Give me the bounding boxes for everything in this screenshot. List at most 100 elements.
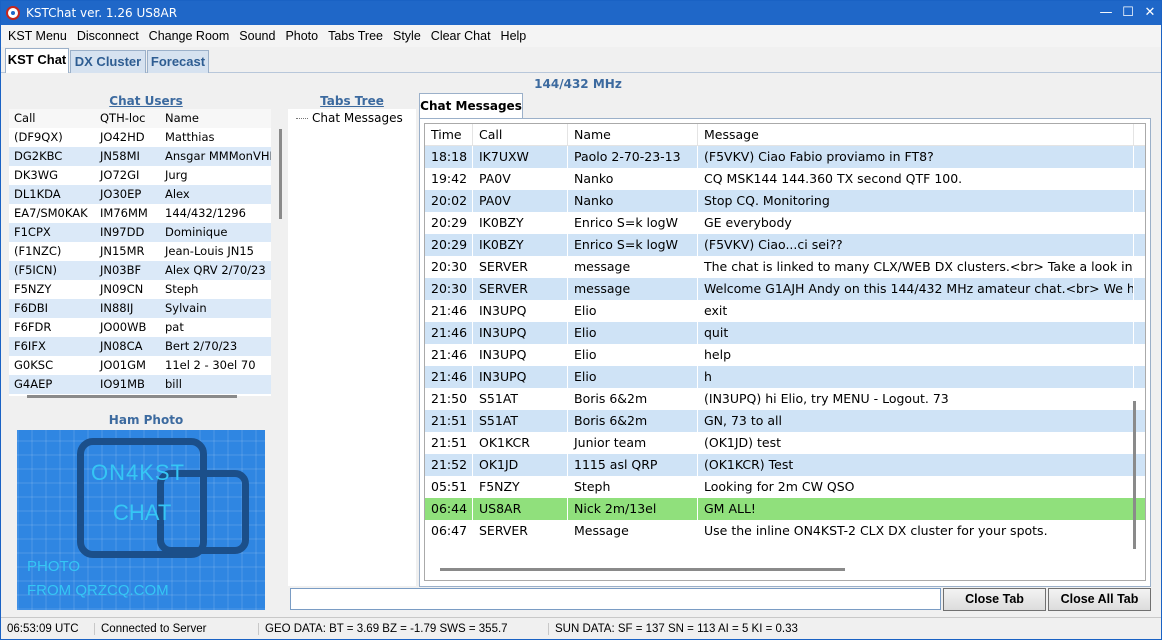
col-message-header[interactable]: Message — [698, 124, 1134, 145]
user-row[interactable]: (F5ICN) JN03BF Alex QRV 2/70/23 — [9, 261, 271, 280]
menu-sound[interactable]: Sound — [234, 29, 280, 43]
user-row[interactable]: DL1KDA JO30EP Alex — [9, 185, 271, 204]
menu-clear-chat[interactable]: Clear Chat — [426, 29, 496, 43]
chat-message-row[interactable]: 06:44 US8AR Nick 2m/13el GM ALL! — [425, 498, 1145, 520]
msg-text: quit — [698, 322, 1134, 344]
user-row[interactable]: G4AEP IO91MB bill — [9, 375, 271, 394]
msg-name: Elio — [568, 300, 698, 322]
msg-text: Welcome G1AJH Andy on this 144/432 MHz a… — [698, 278, 1134, 300]
col-call-header[interactable]: Call — [9, 109, 95, 128]
chat-message-row[interactable]: 21:51 S51AT Boris 6&2m GN, 73 to all — [425, 410, 1145, 432]
chat-message-row[interactable]: 20:30 SERVER message Welcome G1AJH Andy on … — [425, 278, 1145, 300]
close-all-tab-button[interactable]: Close All Tab — [1048, 588, 1151, 611]
user-name: pat — [165, 320, 184, 334]
msg-time: 21:50 — [425, 388, 473, 410]
menu-photo[interactable]: Photo — [280, 29, 323, 43]
user-name: Alex — [165, 187, 190, 201]
photo-text-2: CHAT — [113, 500, 172, 525]
chat-message-row[interactable]: 21:46 IN3UPQ Elio help — [425, 344, 1145, 366]
user-row[interactable]: F6FDR JO00WB pat — [9, 318, 271, 337]
msg-text: Looking for 2m CW QSO — [698, 476, 1134, 498]
tree-item-chat-messages[interactable]: Chat Messages — [296, 111, 403, 125]
user-qth: JO00WB — [100, 320, 147, 334]
msg-name: Boris 6&2m — [568, 388, 698, 410]
msg-call: IN3UPQ — [473, 322, 568, 344]
user-row[interactable]: DG2KBC JN58MI Ansgar MMMonVHF — [9, 147, 271, 166]
chat-message-row[interactable]: 21:46 IN3UPQ Elio exit — [425, 300, 1145, 322]
chat-message-row[interactable]: 20:30 SERVER message The chat is linked to … — [425, 256, 1145, 278]
chat-vertical-scrollbar[interactable] — [1133, 401, 1136, 549]
msg-name: Paolo 2-70-23-13 — [568, 146, 698, 168]
chat-horizontal-scrollbar[interactable] — [440, 568, 845, 571]
msg-name: message — [568, 256, 698, 278]
user-row[interactable]: F6IFX JN08CA Bert 2/70/23 — [9, 337, 271, 356]
msg-name: Nick 2m/13el — [568, 498, 698, 520]
user-call: (DF9QX) — [14, 130, 63, 144]
user-call: F5NZY — [14, 282, 52, 296]
user-qth: JN15MR — [100, 244, 145, 258]
col-time-header[interactable]: Time — [425, 124, 473, 145]
maximize-button[interactable]: ☐ — [1117, 3, 1139, 23]
chat-message-row[interactable]: 06:47 SERVER Message Use the inline ON4KST-… — [425, 520, 1145, 542]
tab-kst-chat[interactable]: KST Chat — [5, 48, 69, 74]
chat-input[interactable] — [290, 588, 941, 610]
band-label: 144/432 MHz — [534, 77, 622, 91]
ham-photo-image[interactable]: ON4KST CHAT PHOTO FROM QRZCQ.COM — [17, 430, 265, 610]
col-call-header[interactable]: Call — [473, 124, 568, 145]
msg-call: SERVER — [473, 520, 568, 542]
col-qth-header[interactable]: QTH-loc — [95, 109, 160, 128]
msg-text: (OK1KCR) Test — [698, 454, 1134, 476]
msg-call: IN3UPQ — [473, 344, 568, 366]
msg-name: Nanko — [568, 190, 698, 212]
col-name-header[interactable]: Name — [568, 124, 698, 145]
user-row[interactable]: F6DBI IN88IJ Sylvain — [9, 299, 271, 318]
msg-name: Junior team — [568, 432, 698, 454]
tab-dx-cluster[interactable]: DX Cluster — [70, 50, 146, 73]
users-horizontal-scrollbar[interactable] — [27, 395, 237, 398]
user-row[interactable]: F5NZY JN09CN Steph — [9, 280, 271, 299]
col-name-header[interactable]: Name — [160, 109, 271, 128]
chat-message-row[interactable]: 20:29 IK0BZY Enrico S=k logW GE everybody — [425, 212, 1145, 234]
user-call: EA7/SM0KAK — [14, 206, 88, 220]
menu-disconnect[interactable]: Disconnect — [72, 29, 144, 43]
menu-change-room[interactable]: Change Room — [144, 29, 235, 43]
chat-message-row[interactable]: 20:29 IK0BZY Enrico S=k logW (F5VKV) Ciao..… — [425, 234, 1145, 256]
chat-message-row[interactable]: 21:52 OK1JD 1115 asl QRP (OK1KCR) Test — [425, 454, 1145, 476]
msg-text: Use the inline ON4KST-2 CLX DX cluster f… — [698, 520, 1134, 542]
user-row[interactable]: F1CPX IN97DD Dominique — [9, 223, 271, 242]
msg-name: Nanko — [568, 168, 698, 190]
chat-message-row[interactable]: 18:18 IK7UXW Paolo 2-70-23-13 (F5VKV) Ciao … — [425, 146, 1145, 168]
user-row[interactable]: G0KSC JO01GM 11el 2 - 30el 70 — [9, 356, 271, 375]
menu-kst-menu[interactable]: KST Menu — [3, 29, 72, 43]
chat-message-row[interactable]: 19:42 PA0V Nanko CQ MSK144 144.360 TX secon… — [425, 168, 1145, 190]
user-call: F6IFX — [14, 339, 46, 353]
user-row[interactable]: DK3WG JO72GI Jurg — [9, 166, 271, 185]
msg-call: IK7UXW — [473, 146, 568, 168]
user-row[interactable]: (F1NZC) JN15MR Jean-Louis JN15 — [9, 242, 271, 261]
msg-call: OK1JD — [473, 454, 568, 476]
user-row[interactable]: (DF9QX) JO42HD Matthias — [9, 128, 271, 147]
chat-message-row[interactable]: 21:46 IN3UPQ Elio h — [425, 366, 1145, 388]
msg-time: 21:46 — [425, 344, 473, 366]
tab-chat-messages[interactable]: Chat Messages — [419, 93, 523, 119]
main-content: 144/432 MHz Chat Users Call QTH-loc Name… — [3, 73, 1153, 615]
chat-users-title: Chat Users — [109, 94, 183, 108]
user-row[interactable]: EA7/SM0KAK IM76MM 144/432/1296 — [9, 204, 271, 223]
menu-style[interactable]: Style — [388, 29, 426, 43]
tab-forecast[interactable]: Forecast — [147, 50, 209, 73]
chat-message-row[interactable]: 21:50 S51AT Boris 6&2m (IN3UPQ) hi Elio, tr… — [425, 388, 1145, 410]
photo-text-3: PHOTO — [27, 558, 81, 575]
chat-message-row[interactable]: 21:51 OK1KCR Junior team (OK1JD) test — [425, 432, 1145, 454]
msg-time: 21:51 — [425, 432, 473, 454]
menu-tabs-tree[interactable]: Tabs Tree — [323, 29, 388, 43]
user-call: (F1NZC) — [14, 244, 62, 258]
close-button[interactable]: ✕ — [1139, 3, 1161, 23]
msg-name: Message — [568, 520, 698, 542]
menu-help[interactable]: Help — [496, 29, 532, 43]
minimize-button[interactable]: — — [1095, 3, 1117, 23]
users-vertical-scrollbar[interactable] — [279, 129, 282, 219]
chat-message-row[interactable]: 21:46 IN3UPQ Elio quit — [425, 322, 1145, 344]
chat-message-row[interactable]: 20:02 PA0V Nanko Stop CQ. Monitoring — [425, 190, 1145, 212]
chat-message-row[interactable]: 05:51 F5NZY Steph Looking for 2m CW QSO — [425, 476, 1145, 498]
close-tab-button[interactable]: Close Tab — [943, 588, 1046, 611]
